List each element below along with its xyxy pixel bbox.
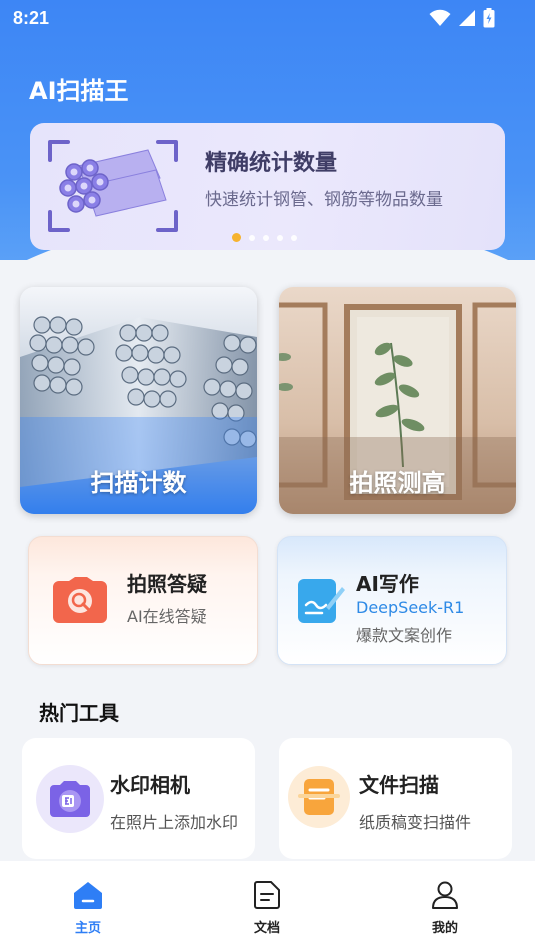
document-scan-icon [288,766,350,828]
pen-document-icon [298,579,345,623]
carousel-dot[interactable] [291,234,297,241]
scan-count-card[interactable]: 扫描计数 [20,287,257,514]
promo-banner[interactable]: 精确统计数量 快速统计钢管、钢筋等物品数量 [30,123,505,250]
watermark-camera-icon [36,765,104,833]
carousel-dot[interactable] [263,234,269,241]
tab-documents-label: 文档 [253,921,280,936]
home-icon [74,882,102,909]
status-bar: 8:21 [0,0,535,36]
photo-qa-subtitle: AI在线答疑 [127,607,207,626]
document-scan-title: 文件扫描 [359,773,439,797]
ai-model-label: DeepSeek-R1 [356,598,465,617]
document-scan-subtitle: 纸质稿变扫描件 [359,813,472,832]
photo-measure-label: 拍照测高 [349,469,446,497]
hot-tools-title: 热门工具 [39,701,119,725]
tab-profile-label: 我的 [431,921,458,936]
ai-writing-subtitle: 爆款文案创作 [356,626,453,645]
carousel-dot[interactable] [232,233,241,242]
watermark-camera-tool[interactable]: 水印相机 在照片上添加水印 [22,738,255,859]
tab-documents[interactable]: 文档 [237,881,297,936]
carousel-dots[interactable] [232,233,297,242]
wifi-icon [429,9,451,26]
photo-qa-card[interactable]: 拍照答疑 AI在线答疑 [28,536,258,665]
steel-pipes-icon [48,140,178,232]
signal-icon [459,10,475,26]
photo-measure-card[interactable]: 拍照测高 [279,287,516,514]
banner-subtitle: 快速统计钢管、钢筋等物品数量 [205,190,443,210]
document-scan-tool[interactable]: 文件扫描 纸质稿变扫描件 [279,738,512,859]
bottom-tab-bar: 主页 文档 我的 [0,861,535,951]
tab-profile[interactable]: 我的 [415,881,475,936]
watermark-camera-subtitle: 在照片上添加水印 [110,813,239,832]
app-title: AI扫描王 [29,77,129,105]
scan-count-label: 扫描计数 [90,469,187,497]
status-time: 8:21 [13,8,50,28]
person-icon [432,881,458,909]
status-icons [429,8,495,28]
ai-writing-title: AI写作 [356,572,419,596]
ai-writing-card[interactable]: AI写作 DeepSeek-R1 爆款文案创作 [277,536,507,665]
camera-search-icon [53,577,107,623]
tab-home[interactable]: 主页 [58,881,118,936]
photo-qa-title: 拍照答疑 [127,572,207,596]
document-icon [254,881,280,909]
watermark-camera-title: 水印相机 [110,773,190,797]
banner-title: 精确统计数量 [205,151,338,176]
carousel-dot[interactable] [249,234,255,241]
tab-home-label: 主页 [74,921,101,936]
carousel-dot[interactable] [277,234,283,241]
battery-icon [483,8,495,28]
